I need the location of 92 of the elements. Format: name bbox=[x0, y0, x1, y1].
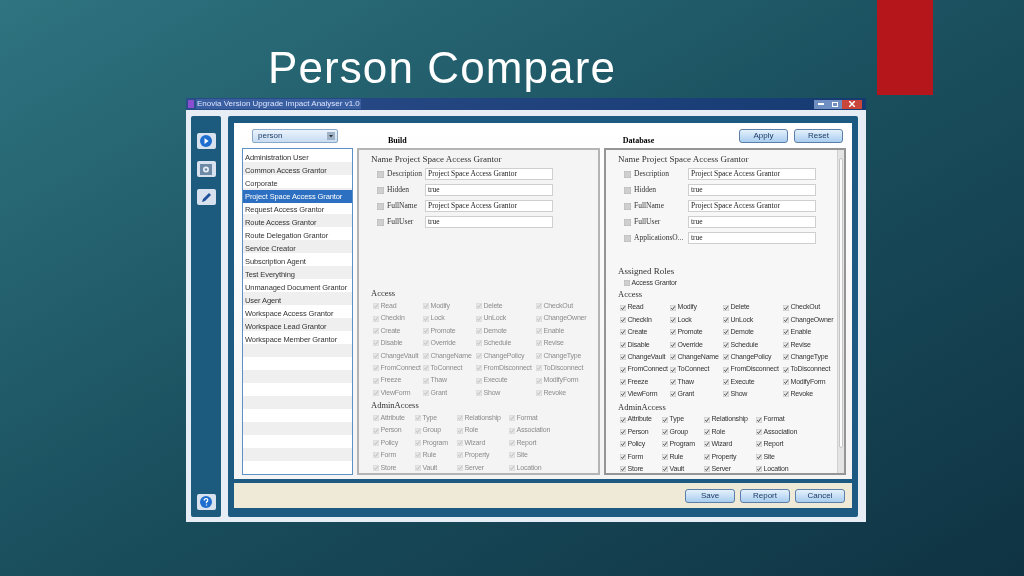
checkbox-checked-icon[interactable] bbox=[620, 329, 626, 336]
action-button[interactable]: Apply bbox=[739, 128, 788, 143]
close-button[interactable] bbox=[842, 99, 862, 109]
minimize-button[interactable] bbox=[814, 99, 828, 109]
record-name: Name Project Space Access Grantor bbox=[371, 153, 503, 165]
dropdown-value: person bbox=[258, 129, 283, 142]
checkbox-checked-icon[interactable] bbox=[756, 416, 762, 423]
checkbox-checked-icon[interactable] bbox=[704, 429, 710, 436]
play-icon bbox=[200, 135, 212, 147]
checkbox-checked-icon[interactable] bbox=[783, 329, 789, 336]
checkbox-checked-icon[interactable] bbox=[620, 304, 626, 311]
section-title: Access bbox=[371, 288, 397, 299]
panel-heading: Build bbox=[388, 134, 407, 147]
maximize-icon bbox=[832, 101, 838, 107]
checkbox-icon[interactable] bbox=[624, 170, 631, 178]
checkbox-checked-icon[interactable] bbox=[670, 354, 676, 361]
checkbox-checked-icon[interactable] bbox=[704, 453, 710, 460]
checkbox-checked-icon[interactable] bbox=[620, 378, 626, 385]
checkbox-checked-icon[interactable] bbox=[783, 391, 789, 398]
checkbox-checked-icon[interactable] bbox=[783, 378, 789, 385]
checkbox-checked-icon[interactable] bbox=[723, 304, 729, 311]
checkbox-checked-icon[interactable] bbox=[670, 341, 676, 348]
section-title: Access bbox=[618, 289, 644, 301]
checkbox-checked-icon[interactable] bbox=[723, 316, 729, 323]
checkbox-checked-icon[interactable] bbox=[783, 354, 789, 361]
checkbox-icon[interactable] bbox=[624, 234, 631, 242]
action-button[interactable]: Report bbox=[740, 488, 790, 503]
checkbox-checked-icon[interactable] bbox=[662, 466, 668, 473]
checkbox-checked-icon[interactable] bbox=[723, 341, 729, 348]
checkbox-icon[interactable] bbox=[624, 218, 631, 226]
scrollbar[interactable] bbox=[837, 150, 844, 473]
checkbox-checked-icon[interactable] bbox=[662, 416, 668, 423]
checkbox-checked-icon[interactable] bbox=[662, 453, 668, 460]
checkbox-checked-icon[interactable] bbox=[723, 378, 729, 385]
section-title: AdminAccess bbox=[618, 401, 667, 413]
action-button[interactable]: Save bbox=[685, 488, 735, 503]
checkbox-checked-icon[interactable] bbox=[662, 441, 668, 448]
checkbox-checked-icon[interactable] bbox=[620, 416, 626, 423]
dropdown-arrow-icon bbox=[327, 131, 335, 140]
checkbox-checked-icon[interactable] bbox=[670, 366, 676, 373]
slide-title: Person Compare bbox=[268, 43, 616, 92]
checkbox-checked-icon[interactable] bbox=[620, 366, 626, 373]
type-dropdown[interactable]: person bbox=[252, 128, 338, 143]
checkbox-checked-icon[interactable] bbox=[670, 329, 676, 336]
section-title: Assigned Roles bbox=[618, 266, 676, 277]
checkbox-checked-icon[interactable] bbox=[670, 316, 676, 323]
checkbox-checked-icon[interactable] bbox=[783, 316, 789, 323]
settings-button[interactable] bbox=[196, 161, 216, 177]
checkbox-checked-icon[interactable] bbox=[783, 366, 789, 373]
checkbox-checked-icon[interactable] bbox=[620, 466, 626, 473]
checkbox-checked-icon[interactable] bbox=[723, 366, 729, 373]
edit-button[interactable] bbox=[196, 189, 216, 205]
action-button[interactable]: Reset bbox=[794, 128, 843, 143]
checkbox-checked-icon[interactable] bbox=[756, 441, 762, 448]
checkbox-checked-icon[interactable] bbox=[670, 304, 676, 311]
checkbox-icon[interactable] bbox=[624, 280, 630, 287]
checkbox-checked-icon[interactable] bbox=[620, 391, 626, 398]
maximize-button[interactable] bbox=[828, 99, 842, 109]
checkbox-checked-icon[interactable] bbox=[723, 354, 729, 361]
checkbox-checked-icon[interactable] bbox=[670, 391, 676, 398]
record-name: Name Project Space Access Grantor bbox=[618, 153, 750, 165]
checkbox-checked-icon[interactable] bbox=[704, 441, 710, 448]
checkbox-checked-icon[interactable] bbox=[783, 341, 789, 348]
window-title: Enovia Version Upgrade Impact Analyser v1.0 bbox=[196, 99, 361, 109]
checkbox-checked-icon[interactable] bbox=[620, 453, 626, 460]
checkbox-checked-icon[interactable] bbox=[620, 429, 626, 436]
help-icon bbox=[200, 496, 212, 508]
checkbox-checked-icon[interactable] bbox=[723, 391, 729, 398]
checkbox-checked-icon[interactable] bbox=[704, 466, 710, 473]
minimize-icon bbox=[818, 103, 824, 105]
checkbox-icon[interactable] bbox=[624, 202, 631, 210]
checkbox-checked-icon[interactable] bbox=[756, 453, 762, 460]
checkbox-checked-icon[interactable] bbox=[620, 354, 626, 361]
action-button[interactable]: Cancel bbox=[795, 488, 845, 503]
section-title: AdminAccess bbox=[371, 400, 420, 412]
checkbox-checked-icon[interactable] bbox=[620, 341, 626, 348]
checkbox-checked-icon[interactable] bbox=[670, 378, 676, 385]
checkbox-checked-icon[interactable] bbox=[756, 466, 762, 473]
pencil-icon bbox=[200, 191, 212, 203]
checkbox-checked-icon[interactable] bbox=[723, 329, 729, 336]
checkbox-checked-icon[interactable] bbox=[662, 429, 668, 436]
play-button[interactable] bbox=[196, 133, 216, 149]
checkbox-checked-icon[interactable] bbox=[620, 441, 626, 448]
checkbox-checked-icon[interactable] bbox=[620, 316, 626, 323]
panel-heading: Database bbox=[622, 134, 655, 147]
app-icon bbox=[188, 100, 194, 108]
checkbox-checked-icon[interactable] bbox=[756, 429, 762, 436]
help-button[interactable] bbox=[196, 494, 216, 510]
checkbox-checked-icon[interactable] bbox=[783, 304, 789, 311]
checkbox-checked-icon[interactable] bbox=[704, 416, 710, 423]
close-icon bbox=[849, 101, 855, 107]
checkbox-icon[interactable] bbox=[624, 186, 631, 194]
